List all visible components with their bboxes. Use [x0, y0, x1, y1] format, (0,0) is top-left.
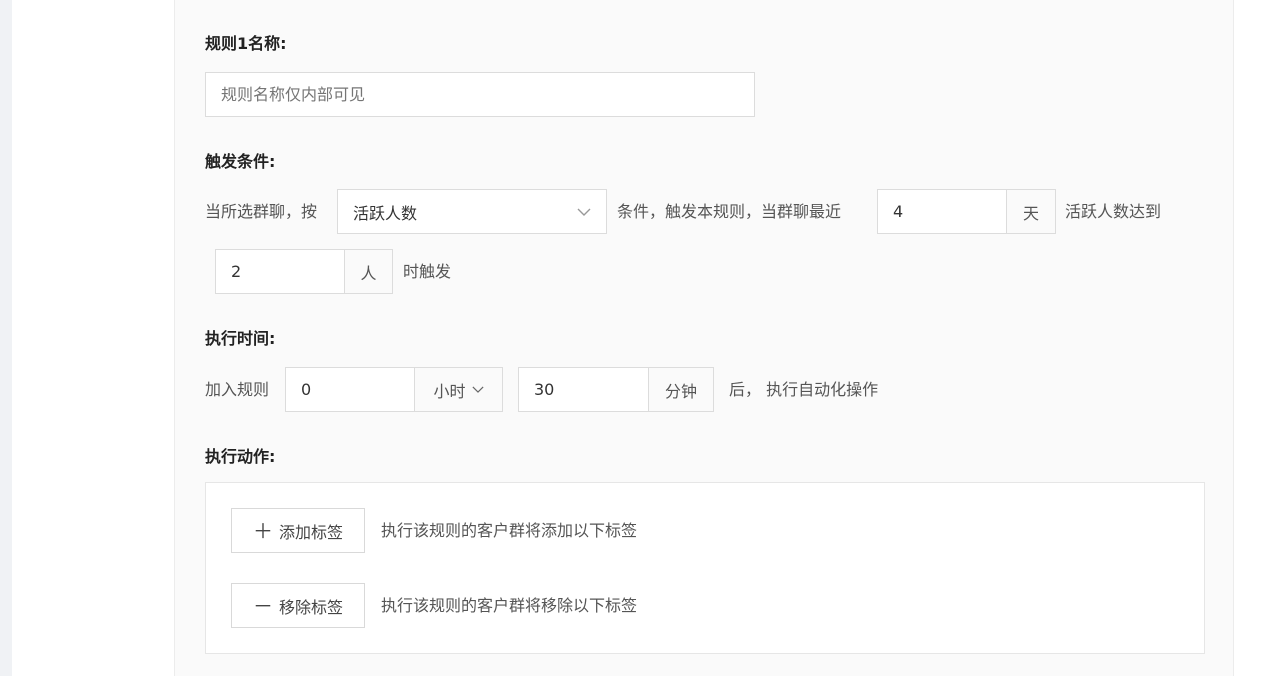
hours-unit-select[interactable]: 小时 [414, 367, 503, 412]
hours-input[interactable]: 0 [285, 367, 415, 412]
plus-icon: ＋ [252, 518, 273, 543]
trigger-prefix-text: 当所选群聊，按 [205, 202, 318, 221]
chevron-down-icon [471, 386, 484, 393]
remove-tag-label: 移除标签 [278, 597, 343, 617]
days-input[interactable]: 4 [877, 189, 1007, 234]
minutes-unit-addon: 分钟 [648, 367, 714, 412]
hours-value: 0 [301, 380, 312, 399]
exec-time-suffix-text: 后， 执行自动化操作 [729, 380, 879, 399]
exec-time-title: 执行时间: [205, 329, 276, 348]
rule-name-input[interactable] [205, 72, 755, 117]
trigger-title: 触发条件: [205, 152, 276, 171]
days-unit-addon: 天 [1006, 189, 1056, 234]
actions-title: 执行动作: [205, 447, 276, 466]
exec-time-prefix-text: 加入规则 [205, 380, 270, 399]
trigger-metric-value: 活跃人数 [353, 203, 418, 223]
days-value: 4 [893, 202, 904, 221]
hours-unit-label: 小时 [433, 381, 466, 401]
minutes-input[interactable]: 30 [518, 367, 649, 412]
rule-name-title: 规则1名称: [205, 34, 287, 53]
add-tag-button[interactable]: ＋ 添加标签 [231, 508, 365, 553]
trigger-suffix-text: 时触发 [403, 262, 452, 281]
add-tag-label: 添加标签 [278, 522, 343, 542]
trigger-metric-select[interactable]: 活跃人数 [337, 189, 607, 234]
minus-icon: － [252, 593, 273, 618]
trigger-after-days-text: 活跃人数达到 [1065, 202, 1162, 221]
minutes-value: 30 [534, 380, 555, 399]
people-input[interactable]: 2 [215, 249, 345, 294]
add-tag-description: 执行该规则的客户群将添加以下标签 [381, 521, 638, 540]
remove-tag-description: 执行该规则的客户群将移除以下标签 [381, 596, 638, 615]
people-unit-addon: 人 [344, 249, 393, 294]
people-value: 2 [231, 262, 242, 281]
trigger-middle-text: 条件，触发本规则，当群聊最近 [617, 202, 842, 221]
remove-tag-button[interactable]: － 移除标签 [231, 583, 365, 628]
chevron-down-icon [577, 208, 591, 216]
